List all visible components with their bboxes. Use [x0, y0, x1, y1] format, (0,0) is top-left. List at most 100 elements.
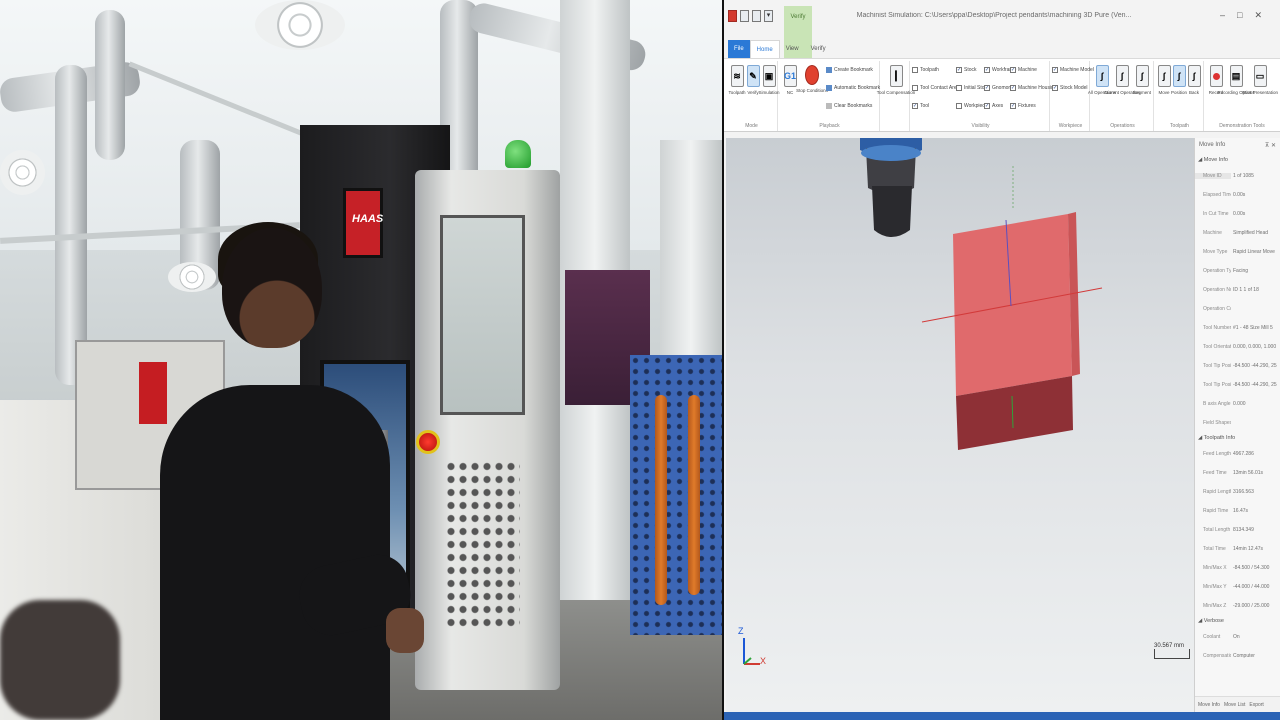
toolpath-info-rows: Feed Length 4967.286 Feed Time 13min 56.01s… — [1195, 444, 1280, 615]
property-row[interactable]: Move ID 1 of 1085 — [1195, 166, 1280, 185]
property-value: 0.000 — [1233, 400, 1246, 407]
dropdown-icon[interactable]: ▾ — [764, 10, 773, 22]
checkbox-box: ✓ — [1010, 85, 1016, 91]
checkbox-machine[interactable]: ✓ Machine — [1010, 67, 1037, 73]
checkbox-box: ✓ — [1052, 67, 1058, 73]
property-row[interactable]: Tool Number #1 - 48 Size Mill 5 — [1195, 318, 1280, 337]
section-toolpath-info[interactable]: ◢ Toolpath Info — [1195, 432, 1280, 444]
checkbox-fixtures[interactable]: ✓ Fixtures — [1010, 103, 1036, 109]
section-verbose[interactable]: ◢ Verbose — [1195, 615, 1280, 627]
group-label: Playback — [819, 123, 840, 129]
property-value: 3166.563 — [1233, 488, 1254, 495]
maximize-icon[interactable]: □ — [1237, 10, 1242, 21]
tab-home[interactable]: Home — [749, 40, 780, 58]
ribbon-tabs: File Home View Verify ? — [724, 38, 1280, 85]
back-button[interactable]: ∫ Back — [1184, 65, 1204, 95]
ribbon-group-mode: ≋ Toolpath ✎ Verify ▣ Simulation Mode — [726, 61, 780, 131]
back-label: Back — [1188, 90, 1199, 95]
tab-view[interactable]: View — [780, 40, 805, 58]
checkbox-stock-model[interactable]: ✓ Stock Model — [1052, 85, 1088, 91]
property-row[interactable]: Total Time 14min 12.47s — [1195, 539, 1280, 558]
property-key: Operation Co... — [1203, 305, 1231, 312]
checkbox-axes[interactable]: ✓ Axes — [984, 103, 1003, 109]
automatic-bookmark-label: Automatic Bookmark — [834, 85, 881, 91]
checkbox-workpiece[interactable]: Workpiece — [956, 103, 988, 109]
property-value: Computer — [1233, 652, 1255, 659]
property-row[interactable]: Min/Max Z -29.000 / 25.000 — [1195, 596, 1280, 615]
property-row[interactable]: Min/Max X -84.500 / 54.300 — [1195, 558, 1280, 577]
property-row[interactable]: Operation Co... — [1195, 299, 1280, 318]
tab-file[interactable]: File — [728, 40, 750, 58]
pegboard — [630, 355, 722, 635]
vertical-duct — [95, 10, 125, 160]
tool-compensation-button[interactable]: ┃ Tool Compensation — [877, 65, 915, 95]
checkbox-toolpath[interactable]: Toolpath — [912, 67, 939, 73]
property-row[interactable]: Rapid Time 16.47s — [1195, 501, 1280, 520]
property-row[interactable]: Coolant On — [1195, 627, 1280, 646]
checkbox-tool[interactable]: ✓ Tool — [912, 103, 929, 109]
property-row[interactable]: Tool Tip Positi...-84.500 -44.290, 25 — [1195, 356, 1280, 375]
checkbox-gnomon[interactable]: ✓ Gnomon — [984, 85, 1011, 91]
section-title: Verbose — [1203, 618, 1224, 624]
checkbox-box: ✓ — [956, 67, 962, 73]
tab-move-info[interactable]: Move Info — [1198, 702, 1220, 708]
property-row[interactable]: In Cut Time 0.00s — [1195, 204, 1280, 223]
checkbox-tool-contact-areas[interactable]: Tool Contact Areas — [912, 85, 962, 91]
ribbon-group-workpiece: ✓ Machine Model ✓ Stock Model Workpiece — [1052, 61, 1094, 131]
property-row[interactable]: Total Length 8134.349 — [1195, 520, 1280, 539]
automatic-bookmark-button[interactable]: Automatic Bookmark — [826, 85, 880, 91]
save-icon[interactable] — [740, 10, 749, 22]
status-bar — [724, 712, 1280, 720]
segment-button[interactable]: ∫ Segment — [1132, 65, 1152, 95]
property-row[interactable]: Field Shapes — [1195, 413, 1280, 432]
property-row[interactable]: Feed Time 13min 56.01s — [1195, 463, 1280, 482]
property-row[interactable]: Operation Nu...ID 1 1 of 18 — [1195, 280, 1280, 299]
checkbox-machine-housing[interactable]: ✓ Machine Housing — [1010, 85, 1057, 91]
property-row[interactable]: Tool Tip Positi...-84.500 -44.290, 25 — [1195, 375, 1280, 394]
group-label: Demonstration Tools — [1219, 123, 1265, 129]
checkbox-machine-model[interactable]: ✓ Machine Model — [1052, 67, 1094, 73]
create-bookmark-label: Create Bookmark — [834, 67, 873, 73]
simulation-button[interactable]: ▣ Simulation — [759, 65, 780, 95]
3d-viewport[interactable]: Z X 30.567 mm — [726, 138, 1194, 712]
tab-verify[interactable]: Verify — [805, 40, 832, 58]
checkbox-box: ✓ — [1010, 67, 1016, 73]
checkbox-label: Toolpath — [920, 67, 939, 73]
section-move-info[interactable]: ◢ Move Info — [1195, 154, 1280, 166]
path-icon: ∫ — [1135, 65, 1149, 87]
checkbox-stock[interactable]: ✓ Stock — [956, 67, 977, 73]
gnomon-z-label: Z — [738, 626, 744, 636]
undo-icon[interactable] — [752, 10, 761, 22]
property-row[interactable]: Operation Ty...Facing — [1195, 261, 1280, 280]
panel-pin-icon[interactable]: ⊼ ✕ — [1265, 142, 1276, 150]
minimize-icon[interactable]: – — [1220, 10, 1225, 21]
panel-title: Move Info — [1199, 142, 1226, 148]
clear-bookmarks-button[interactable]: Clear Bookmarks — [826, 103, 872, 109]
property-row[interactable]: Compensation...Computer — [1195, 646, 1280, 665]
start-presentation-button[interactable]: ▭ Start Presentation — [1242, 65, 1278, 95]
property-value: 1 of 1085 — [1233, 172, 1254, 179]
quick-access-toolbar: ▾ — [728, 10, 773, 22]
checkbox-label: Axes — [992, 103, 1004, 109]
tab-move-list[interactable]: Move List — [1224, 702, 1245, 708]
stop-conditions-button[interactable]: Stop Conditions — [796, 65, 828, 93]
property-row[interactable]: B axis Angle 0.000 — [1195, 394, 1280, 413]
property-row[interactable]: Rapid Length 3166.563 — [1195, 482, 1280, 501]
property-row[interactable]: Tool Orientati...0.000, 0.000, 1.000 — [1195, 337, 1280, 356]
property-row[interactable]: Feed Length 4967.286 — [1195, 444, 1280, 463]
property-key: Min/Max Y — [1203, 583, 1227, 590]
current-operation-button[interactable]: ∫ Current Operation — [1104, 65, 1140, 95]
create-bookmark-button[interactable]: Create Bookmark — [826, 67, 873, 73]
close-icon[interactable]: ✕ — [1254, 10, 1262, 21]
property-row[interactable]: Min/Max Y -44.000 / 44.000 — [1195, 577, 1280, 596]
app-icon[interactable] — [728, 10, 737, 22]
checkbox-box — [912, 67, 918, 73]
property-value: 8134.349 — [1233, 526, 1254, 533]
property-value: Rapid Linear Move — [1233, 248, 1275, 255]
property-value: #1 - 48 Size Mill 5 — [1233, 324, 1273, 331]
tab-export[interactable]: Export — [1249, 702, 1263, 708]
property-row[interactable]: Elapsed Time 0.00s — [1195, 185, 1280, 204]
property-row[interactable]: Move Type Rapid Linear Move — [1195, 242, 1280, 261]
property-row[interactable]: Machine Simplified Head — [1195, 223, 1280, 242]
pendant-keypad — [445, 460, 520, 630]
